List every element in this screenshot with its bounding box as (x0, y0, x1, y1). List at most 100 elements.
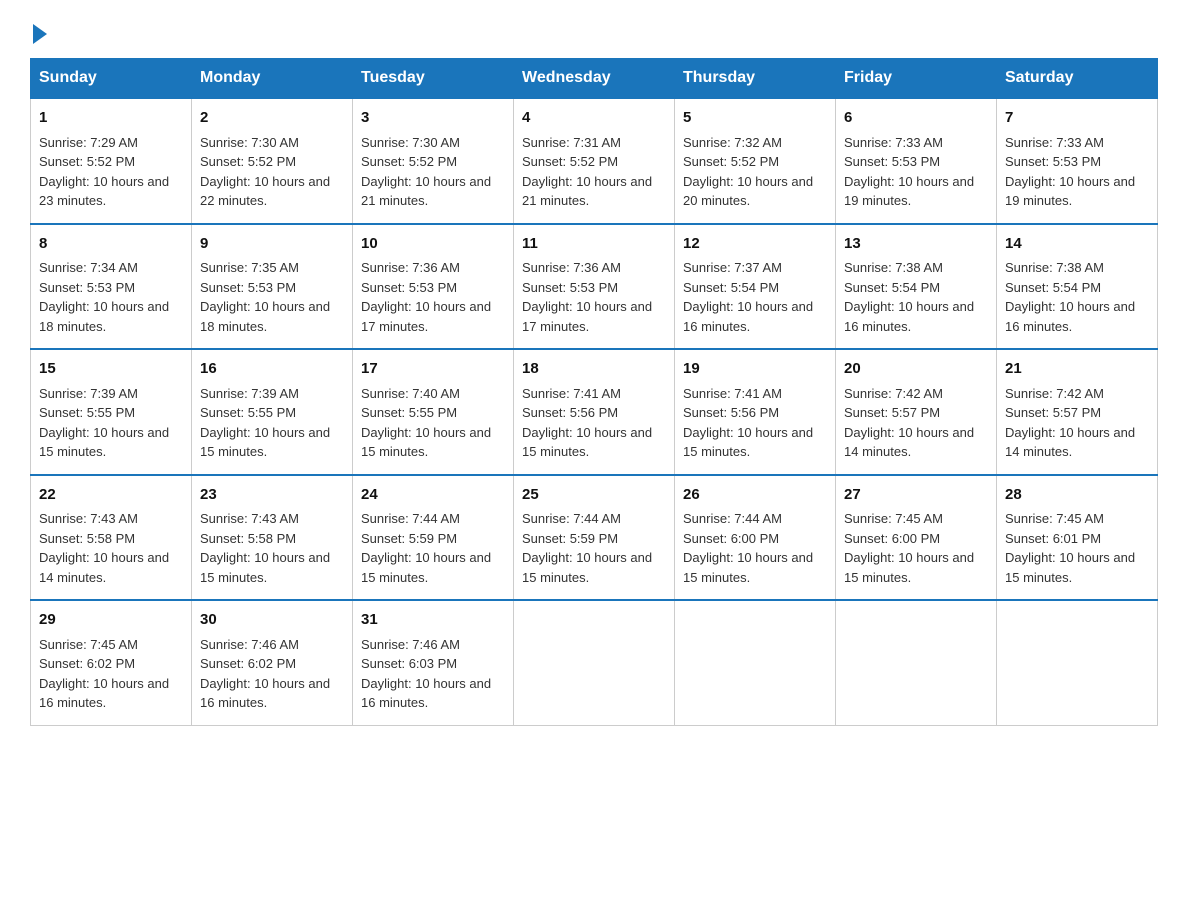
calendar-cell: 4 Sunrise: 7:31 AM Sunset: 5:52 PM Dayli… (514, 98, 675, 224)
weekday-header-tuesday: Tuesday (353, 59, 514, 99)
calendar-cell: 28 Sunrise: 7:45 AM Sunset: 6:01 PM Dayl… (997, 475, 1158, 601)
calendar-cell: 15 Sunrise: 7:39 AM Sunset: 5:55 PM Dayl… (31, 349, 192, 475)
calendar-cell: 18 Sunrise: 7:41 AM Sunset: 5:56 PM Dayl… (514, 349, 675, 475)
day-info: Sunrise: 7:35 AM Sunset: 5:53 PM Dayligh… (200, 260, 330, 334)
day-number: 17 (361, 358, 505, 381)
day-number: 2 (200, 107, 344, 130)
day-number: 9 (200, 233, 344, 256)
day-number: 20 (844, 358, 988, 381)
weekday-header-wednesday: Wednesday (514, 59, 675, 99)
day-info: Sunrise: 7:44 AM Sunset: 5:59 PM Dayligh… (361, 511, 491, 585)
day-info: Sunrise: 7:33 AM Sunset: 5:53 PM Dayligh… (1005, 135, 1135, 209)
day-number: 11 (522, 233, 666, 256)
calendar-week-5: 29 Sunrise: 7:45 AM Sunset: 6:02 PM Dayl… (31, 600, 1158, 725)
day-number: 19 (683, 358, 827, 381)
day-number: 28 (1005, 484, 1149, 507)
calendar-cell: 17 Sunrise: 7:40 AM Sunset: 5:55 PM Dayl… (353, 349, 514, 475)
day-number: 26 (683, 484, 827, 507)
day-number: 1 (39, 107, 183, 130)
day-info: Sunrise: 7:29 AM Sunset: 5:52 PM Dayligh… (39, 135, 169, 209)
calendar-cell: 9 Sunrise: 7:35 AM Sunset: 5:53 PM Dayli… (192, 224, 353, 350)
day-number: 3 (361, 107, 505, 130)
day-info: Sunrise: 7:36 AM Sunset: 5:53 PM Dayligh… (361, 260, 491, 334)
day-info: Sunrise: 7:34 AM Sunset: 5:53 PM Dayligh… (39, 260, 169, 334)
calendar-cell: 16 Sunrise: 7:39 AM Sunset: 5:55 PM Dayl… (192, 349, 353, 475)
page-header (30, 20, 1158, 40)
calendar-cell: 12 Sunrise: 7:37 AM Sunset: 5:54 PM Dayl… (675, 224, 836, 350)
day-info: Sunrise: 7:38 AM Sunset: 5:54 PM Dayligh… (1005, 260, 1135, 334)
day-number: 12 (683, 233, 827, 256)
day-number: 10 (361, 233, 505, 256)
day-info: Sunrise: 7:44 AM Sunset: 6:00 PM Dayligh… (683, 511, 813, 585)
day-number: 7 (1005, 107, 1149, 130)
calendar-week-3: 15 Sunrise: 7:39 AM Sunset: 5:55 PM Dayl… (31, 349, 1158, 475)
day-info: Sunrise: 7:32 AM Sunset: 5:52 PM Dayligh… (683, 135, 813, 209)
calendar-header: SundayMondayTuesdayWednesdayThursdayFrid… (31, 59, 1158, 99)
weekday-header-thursday: Thursday (675, 59, 836, 99)
day-number: 14 (1005, 233, 1149, 256)
calendar-cell: 21 Sunrise: 7:42 AM Sunset: 5:57 PM Dayl… (997, 349, 1158, 475)
day-info: Sunrise: 7:40 AM Sunset: 5:55 PM Dayligh… (361, 386, 491, 460)
day-number: 30 (200, 609, 344, 632)
calendar-cell: 23 Sunrise: 7:43 AM Sunset: 5:58 PM Dayl… (192, 475, 353, 601)
calendar-cell: 29 Sunrise: 7:45 AM Sunset: 6:02 PM Dayl… (31, 600, 192, 725)
weekday-header-saturday: Saturday (997, 59, 1158, 99)
day-info: Sunrise: 7:46 AM Sunset: 6:02 PM Dayligh… (200, 637, 330, 711)
calendar-cell: 1 Sunrise: 7:29 AM Sunset: 5:52 PM Dayli… (31, 98, 192, 224)
weekday-header-friday: Friday (836, 59, 997, 99)
calendar-cell: 26 Sunrise: 7:44 AM Sunset: 6:00 PM Dayl… (675, 475, 836, 601)
day-number: 15 (39, 358, 183, 381)
day-info: Sunrise: 7:33 AM Sunset: 5:53 PM Dayligh… (844, 135, 974, 209)
calendar-cell: 3 Sunrise: 7:30 AM Sunset: 5:52 PM Dayli… (353, 98, 514, 224)
calendar-cell: 7 Sunrise: 7:33 AM Sunset: 5:53 PM Dayli… (997, 98, 1158, 224)
day-number: 29 (39, 609, 183, 632)
day-info: Sunrise: 7:39 AM Sunset: 5:55 PM Dayligh… (200, 386, 330, 460)
day-info: Sunrise: 7:37 AM Sunset: 5:54 PM Dayligh… (683, 260, 813, 334)
calendar-cell: 25 Sunrise: 7:44 AM Sunset: 5:59 PM Dayl… (514, 475, 675, 601)
day-info: Sunrise: 7:44 AM Sunset: 5:59 PM Dayligh… (522, 511, 652, 585)
calendar-week-1: 1 Sunrise: 7:29 AM Sunset: 5:52 PM Dayli… (31, 98, 1158, 224)
day-number: 24 (361, 484, 505, 507)
calendar-cell: 13 Sunrise: 7:38 AM Sunset: 5:54 PM Dayl… (836, 224, 997, 350)
day-info: Sunrise: 7:30 AM Sunset: 5:52 PM Dayligh… (200, 135, 330, 209)
day-info: Sunrise: 7:42 AM Sunset: 5:57 PM Dayligh… (1005, 386, 1135, 460)
calendar-cell (997, 600, 1158, 725)
day-number: 25 (522, 484, 666, 507)
day-info: Sunrise: 7:41 AM Sunset: 5:56 PM Dayligh… (683, 386, 813, 460)
day-info: Sunrise: 7:45 AM Sunset: 6:00 PM Dayligh… (844, 511, 974, 585)
calendar-cell: 31 Sunrise: 7:46 AM Sunset: 6:03 PM Dayl… (353, 600, 514, 725)
calendar-cell: 20 Sunrise: 7:42 AM Sunset: 5:57 PM Dayl… (836, 349, 997, 475)
weekday-header-sunday: Sunday (31, 59, 192, 99)
calendar-cell (514, 600, 675, 725)
calendar-cell: 27 Sunrise: 7:45 AM Sunset: 6:00 PM Dayl… (836, 475, 997, 601)
day-info: Sunrise: 7:31 AM Sunset: 5:52 PM Dayligh… (522, 135, 652, 209)
day-number: 27 (844, 484, 988, 507)
day-number: 31 (361, 609, 505, 632)
day-number: 18 (522, 358, 666, 381)
day-number: 6 (844, 107, 988, 130)
calendar-cell: 22 Sunrise: 7:43 AM Sunset: 5:58 PM Dayl… (31, 475, 192, 601)
day-info: Sunrise: 7:43 AM Sunset: 5:58 PM Dayligh… (39, 511, 169, 585)
calendar-cell: 30 Sunrise: 7:46 AM Sunset: 6:02 PM Dayl… (192, 600, 353, 725)
calendar-week-2: 8 Sunrise: 7:34 AM Sunset: 5:53 PM Dayli… (31, 224, 1158, 350)
day-info: Sunrise: 7:38 AM Sunset: 5:54 PM Dayligh… (844, 260, 974, 334)
day-number: 22 (39, 484, 183, 507)
day-number: 16 (200, 358, 344, 381)
day-number: 21 (1005, 358, 1149, 381)
day-info: Sunrise: 7:45 AM Sunset: 6:02 PM Dayligh… (39, 637, 169, 711)
logo-arrow-icon (33, 24, 47, 44)
calendar-cell: 6 Sunrise: 7:33 AM Sunset: 5:53 PM Dayli… (836, 98, 997, 224)
day-info: Sunrise: 7:42 AM Sunset: 5:57 PM Dayligh… (844, 386, 974, 460)
weekday-header-monday: Monday (192, 59, 353, 99)
day-number: 8 (39, 233, 183, 256)
day-number: 13 (844, 233, 988, 256)
calendar-cell: 8 Sunrise: 7:34 AM Sunset: 5:53 PM Dayli… (31, 224, 192, 350)
day-info: Sunrise: 7:41 AM Sunset: 5:56 PM Dayligh… (522, 386, 652, 460)
calendar-table: SundayMondayTuesdayWednesdayThursdayFrid… (30, 58, 1158, 726)
day-info: Sunrise: 7:45 AM Sunset: 6:01 PM Dayligh… (1005, 511, 1135, 585)
day-info: Sunrise: 7:39 AM Sunset: 5:55 PM Dayligh… (39, 386, 169, 460)
day-info: Sunrise: 7:30 AM Sunset: 5:52 PM Dayligh… (361, 135, 491, 209)
calendar-cell: 2 Sunrise: 7:30 AM Sunset: 5:52 PM Dayli… (192, 98, 353, 224)
calendar-cell: 14 Sunrise: 7:38 AM Sunset: 5:54 PM Dayl… (997, 224, 1158, 350)
calendar-week-4: 22 Sunrise: 7:43 AM Sunset: 5:58 PM Dayl… (31, 475, 1158, 601)
